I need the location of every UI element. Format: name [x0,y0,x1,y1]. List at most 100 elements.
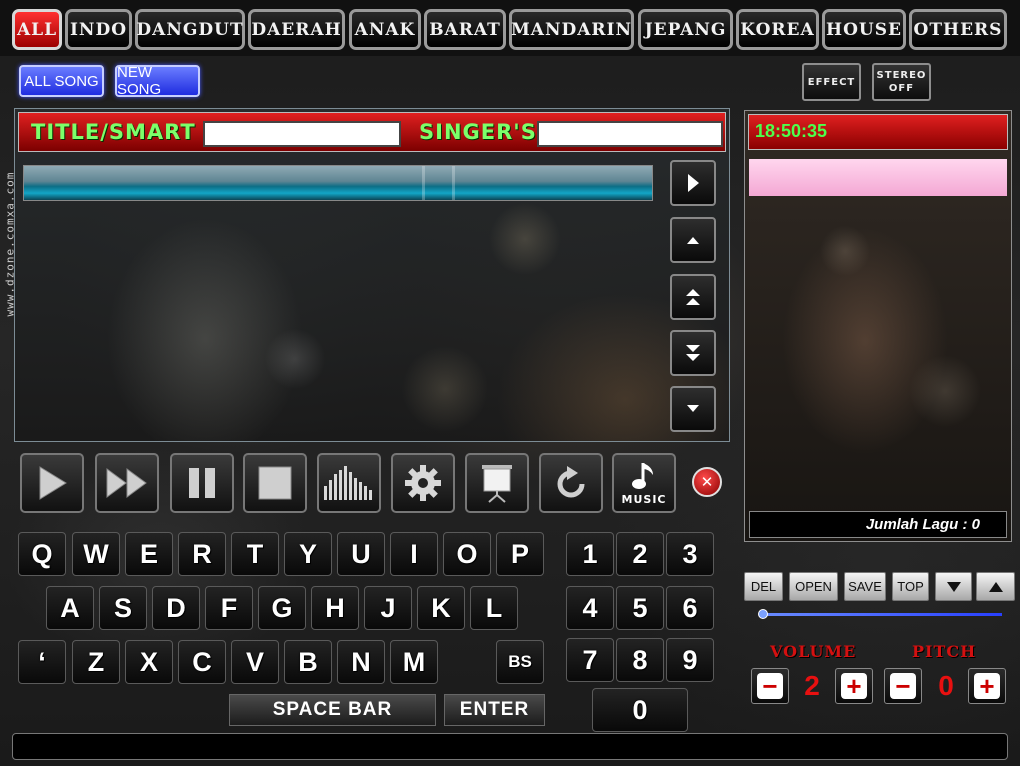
key-y[interactable]: Y [284,532,332,576]
page-down-button[interactable] [670,330,716,376]
key-9[interactable]: 9 [666,638,714,682]
category-barat-button[interactable]: BARAT [424,9,506,50]
stereo-button[interactable]: STEREO OFF [872,63,931,101]
music-button[interactable]: MUSIC [612,453,676,513]
top-button[interactable]: TOP [892,572,929,601]
key-j[interactable]: J [364,586,412,630]
volume-value: 2 [804,670,820,701]
fast-forward-button[interactable] [95,453,159,513]
volume-up-button[interactable]: + [835,668,873,704]
key-r[interactable]: R [178,532,226,576]
key-k[interactable]: K [417,586,465,630]
pitch-down-button[interactable]: − [884,668,922,704]
close-button[interactable]: ✕ [692,467,722,497]
key-l[interactable]: L [470,586,518,630]
equalizer-button[interactable] [317,453,381,513]
key-v[interactable]: V [231,640,279,684]
settings-button[interactable] [391,453,455,513]
key-e[interactable]: E [125,532,173,576]
save-button[interactable]: SAVE [844,572,886,601]
key-u[interactable]: U [337,532,385,576]
move-down-button[interactable] [935,572,972,601]
seek-slider-handle[interactable] [758,609,768,619]
key-q[interactable]: Q [18,532,66,576]
key-5[interactable]: 5 [616,586,664,630]
key-0[interactable]: 0 [592,688,688,732]
background-screen-button[interactable] [465,453,529,513]
all-song-button[interactable]: ALL SONG [19,65,104,97]
stop-icon [258,466,292,500]
category-indo-button[interactable]: INDO [65,9,132,50]
key-1[interactable]: 1 [566,532,614,576]
category-dangdut-button[interactable]: DANGDUT [135,9,245,50]
pitch-label: PITCH [912,642,977,661]
key-w[interactable]: W [72,532,120,576]
minus-icon: − [757,673,783,699]
song-search-panel: TITLE/SMART SINGER'S [14,108,730,442]
category-others-button[interactable]: OTHERS [909,9,1007,50]
category-anak-button[interactable]: ANAK [349,9,421,50]
move-up-button[interactable] [976,572,1015,601]
category-jepang-button[interactable]: JEPANG [638,9,733,50]
space-bar-key[interactable]: SPACE BAR [229,694,436,726]
column-divider [452,166,455,200]
page-up-button[interactable] [670,274,716,320]
song-list-row[interactable] [23,165,653,201]
volume-down-button[interactable]: − [751,668,789,704]
volume-label: VOLUME [770,642,857,661]
key-6[interactable]: 6 [666,586,714,630]
effect-button[interactable]: EFFECT [802,63,861,101]
play-selected-button[interactable] [670,160,716,206]
key-t[interactable]: T [231,532,279,576]
new-song-button[interactable]: NEW SONG [115,64,200,98]
pitch-up-button[interactable]: + [968,668,1006,704]
seek-slider[interactable] [760,613,1002,616]
stop-button[interactable] [243,453,307,513]
key-s[interactable]: S [99,586,147,630]
singer-search-input[interactable] [537,121,723,147]
key-8[interactable]: 8 [616,638,664,682]
key-apostrophe[interactable]: ‘ [18,640,66,684]
key-i[interactable]: I [390,532,438,576]
key-backspace[interactable]: BS [496,640,544,684]
play-button[interactable] [20,453,84,513]
search-header: TITLE/SMART SINGER'S [18,112,726,152]
key-o[interactable]: O [443,532,491,576]
category-all-button[interactable]: ALL [12,9,62,50]
key-3[interactable]: 3 [666,532,714,576]
key-7[interactable]: 7 [566,638,614,682]
key-2[interactable]: 2 [616,532,664,576]
playlist-item[interactable] [749,159,1007,196]
key-z[interactable]: Z [72,640,120,684]
key-4[interactable]: 4 [566,586,614,630]
key-a[interactable]: A [46,586,94,630]
pause-button[interactable] [170,453,234,513]
title-search-input[interactable] [203,121,401,147]
category-house-button[interactable]: HOUSE [822,9,906,50]
enter-key[interactable]: ENTER [444,694,545,726]
key-p[interactable]: P [496,532,544,576]
scroll-down-button[interactable] [670,386,716,432]
key-n[interactable]: N [337,640,385,684]
projector-screen-icon [482,465,512,503]
key-g[interactable]: G [258,586,306,630]
open-button[interactable]: OPEN [789,572,838,601]
key-h[interactable]: H [311,586,359,630]
close-icon: ✕ [700,473,714,491]
category-korea-button[interactable]: KOREA [736,9,819,50]
key-x[interactable]: X [125,640,173,684]
key-m[interactable]: M [390,640,438,684]
category-daerah-button[interactable]: DAERAH [248,9,345,50]
key-f[interactable]: F [205,586,253,630]
music-label: MUSIC [621,492,667,506]
status-bar [12,733,1008,760]
music-note-icon [632,462,653,489]
category-mandarin-button[interactable]: MANDARIN [509,9,634,50]
key-c[interactable]: C [178,640,226,684]
repeat-button[interactable] [539,453,603,513]
key-b[interactable]: B [284,640,332,684]
double-chevron-down-icon [686,345,700,361]
delete-button[interactable]: DEL [744,572,783,601]
key-d[interactable]: D [152,586,200,630]
scroll-up-button[interactable] [670,217,716,263]
